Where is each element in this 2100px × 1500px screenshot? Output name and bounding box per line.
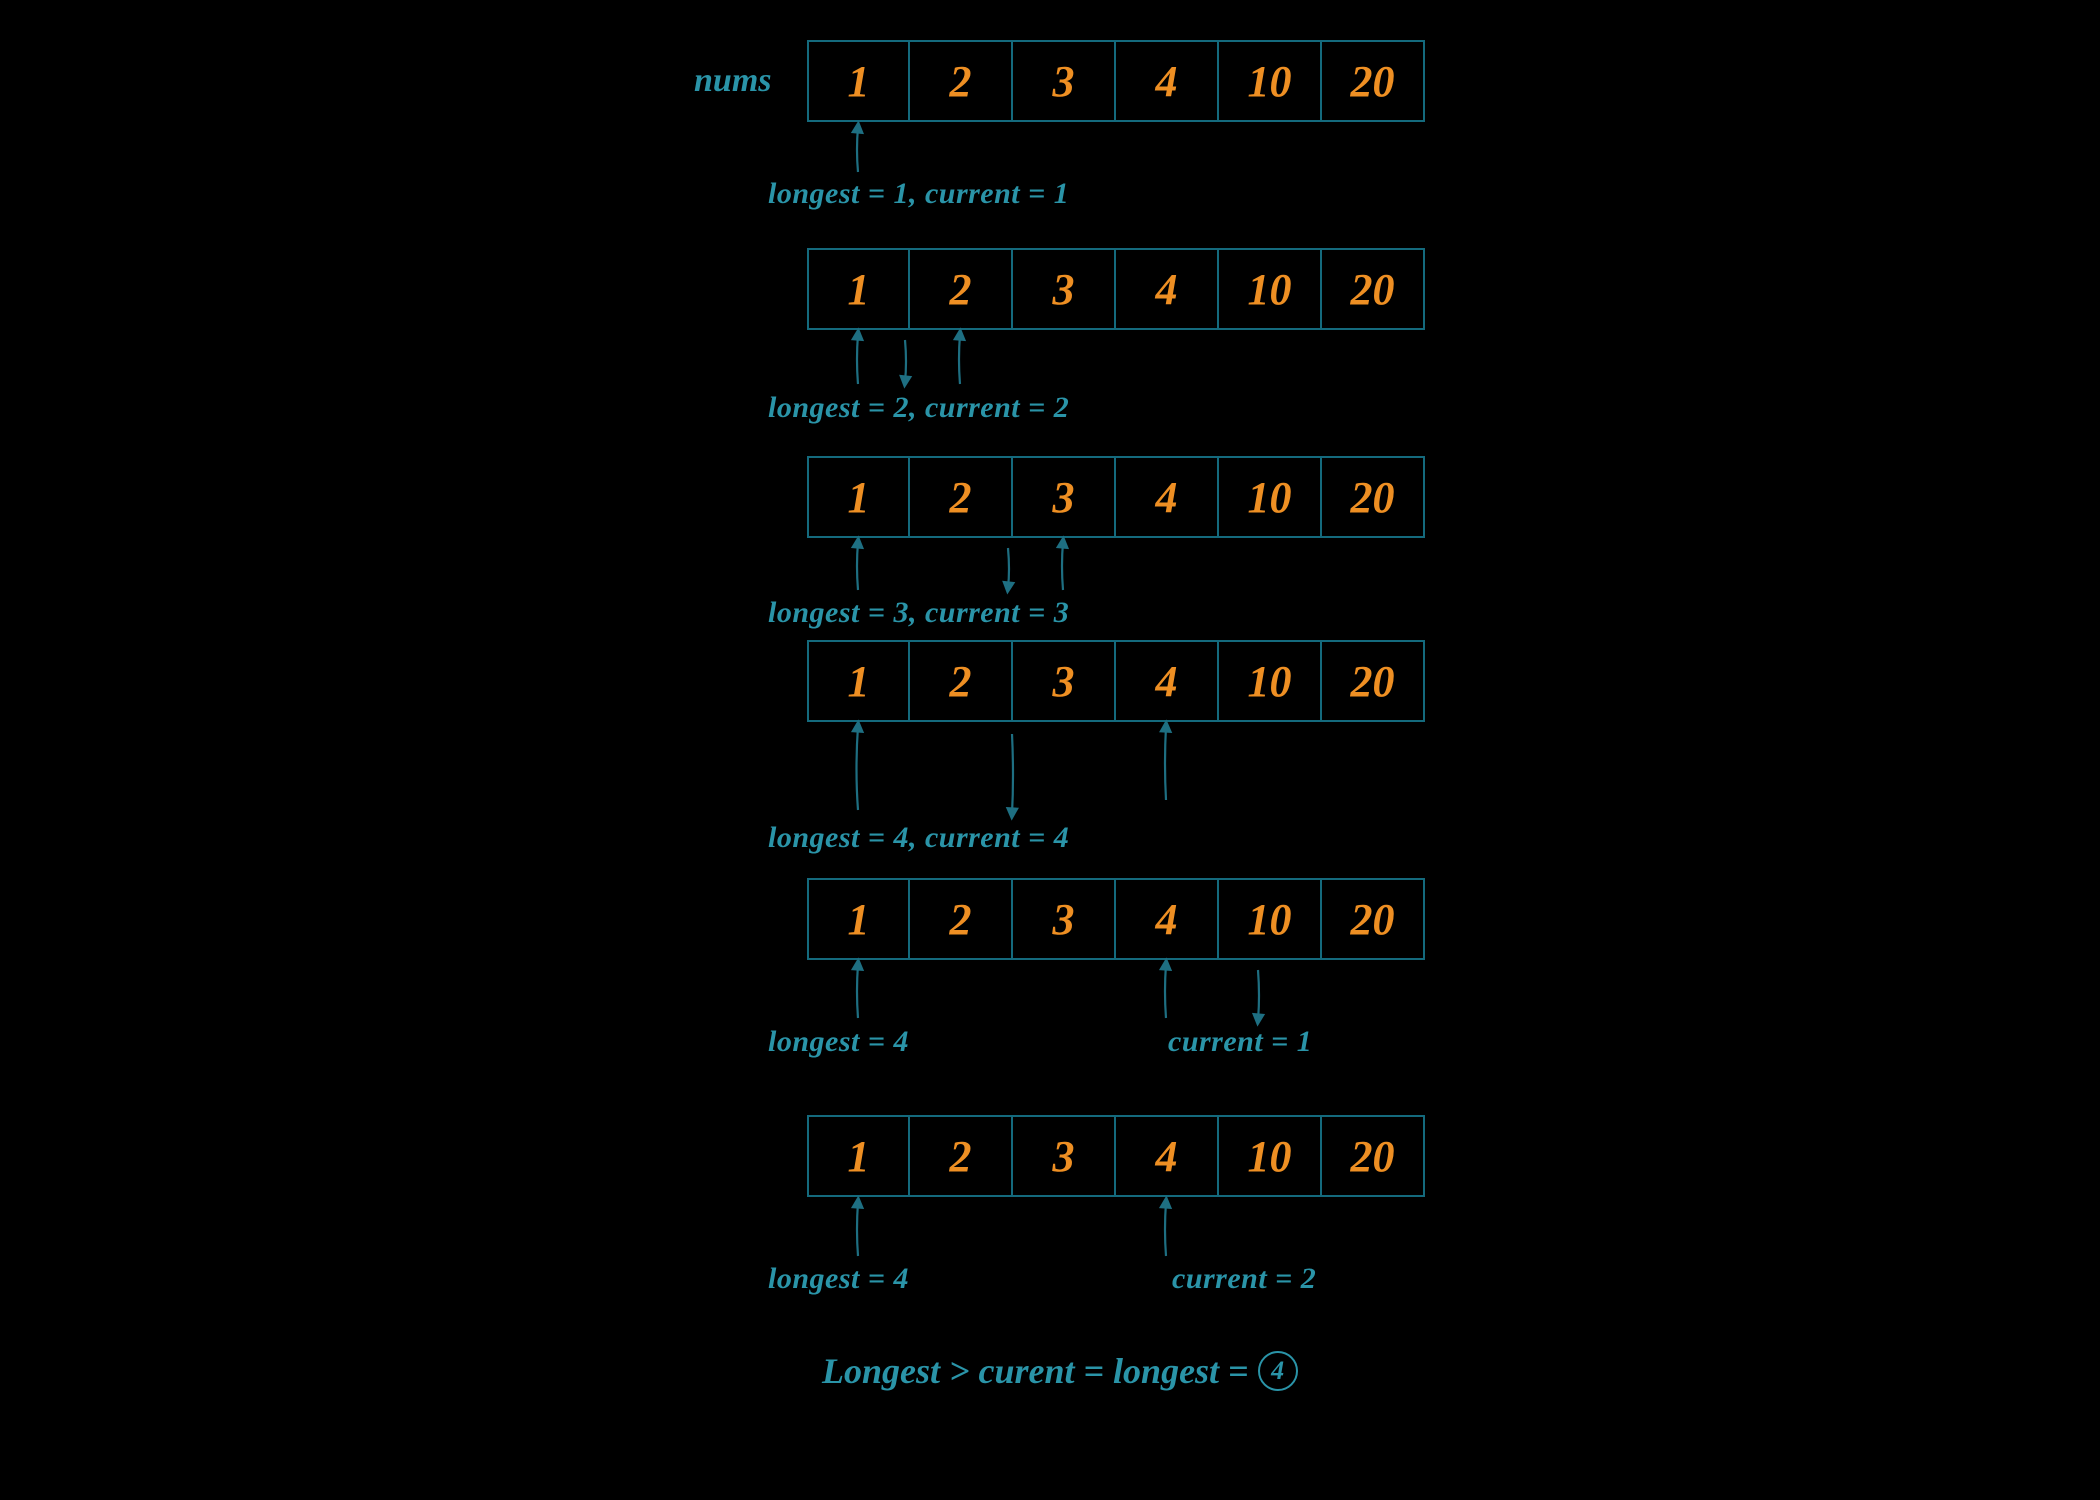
arrow-down-icon [1012, 734, 1013, 814]
array-row-5: 1 2 3 4 10 20 [807, 878, 1425, 960]
conclusion-answer-circle: 4 [1258, 1351, 1298, 1391]
array-cell: 4 [1116, 1115, 1219, 1197]
arrow-up-icon [1165, 964, 1166, 1018]
array-row-4: 1 2 3 4 10 20 [807, 640, 1425, 722]
array-cell: 10 [1219, 878, 1322, 960]
arrow-up-icon [857, 964, 858, 1018]
arrow-down-icon [1008, 548, 1009, 588]
array-cell: 1 [807, 1115, 910, 1197]
array-cell: 4 [1116, 878, 1219, 960]
array-cell: 2 [910, 878, 1013, 960]
diagram-canvas: nums 1 2 3 4 10 20 1 2 3 4 10 20 1 2 3 4… [0, 0, 2100, 1500]
arrow-up-icon [857, 726, 859, 810]
array-row-2: 1 2 3 4 10 20 [807, 248, 1425, 330]
step-caption-left: longest = 4 [768, 1025, 909, 1059]
step-caption: longest = 4, current = 4 [768, 821, 1069, 855]
arrow-up-icon [959, 334, 960, 384]
array-cell: 20 [1322, 878, 1425, 960]
array-cell: 3 [1013, 456, 1116, 538]
array-cell: 10 [1219, 640, 1322, 722]
arrow-up-icon [1165, 726, 1166, 800]
step-caption: longest = 1, current = 1 [768, 177, 1069, 211]
arrow-up-icon [857, 542, 858, 590]
array-cell: 3 [1013, 640, 1116, 722]
step-caption-left: longest = 4 [768, 1262, 909, 1296]
array-cell: 20 [1322, 1115, 1425, 1197]
array-cell: 20 [1322, 456, 1425, 538]
arrow-up-icon [857, 1202, 858, 1256]
array-cell: 20 [1322, 40, 1425, 122]
array-cell: 1 [807, 456, 910, 538]
array-row-3: 1 2 3 4 10 20 [807, 456, 1425, 538]
arrow-down-icon [1258, 970, 1259, 1020]
arrow-up-icon [857, 127, 858, 172]
array-cell: 3 [1013, 40, 1116, 122]
array-cell: 3 [1013, 878, 1116, 960]
conclusion: Longest > curent = longest = 4 [822, 1350, 1298, 1392]
array-cell: 2 [910, 640, 1013, 722]
array-row-6: 1 2 3 4 10 20 [807, 1115, 1425, 1197]
arrow-up-icon [1062, 542, 1063, 590]
array-cell: 10 [1219, 1115, 1322, 1197]
array-cell: 1 [807, 640, 910, 722]
nums-label: nums [694, 62, 772, 100]
array-cell: 10 [1219, 456, 1322, 538]
arrow-down-icon [905, 340, 906, 382]
array-cell: 4 [1116, 640, 1219, 722]
arrow-up-icon [857, 334, 858, 384]
array-cell: 1 [807, 878, 910, 960]
step-caption-right: current = 2 [1172, 1262, 1316, 1296]
array-cell: 10 [1219, 40, 1322, 122]
array-cell: 10 [1219, 248, 1322, 330]
conclusion-text: Longest > curent = longest = [822, 1350, 1249, 1392]
step-caption: longest = 2, current = 2 [768, 391, 1069, 425]
step-caption-right: current = 1 [1168, 1025, 1312, 1059]
array-cell: 4 [1116, 248, 1219, 330]
step-caption: longest = 3, current = 3 [768, 596, 1069, 630]
array-row-1: 1 2 3 4 10 20 [807, 40, 1425, 122]
array-cell: 1 [807, 248, 910, 330]
array-cell: 2 [910, 456, 1013, 538]
array-cell: 2 [910, 40, 1013, 122]
arrows-overlay [0, 0, 2100, 1500]
array-cell: 4 [1116, 456, 1219, 538]
array-cell: 20 [1322, 248, 1425, 330]
arrow-up-icon [1165, 1202, 1166, 1256]
array-cell: 3 [1013, 1115, 1116, 1197]
array-cell: 3 [1013, 248, 1116, 330]
array-cell: 4 [1116, 40, 1219, 122]
array-cell: 1 [807, 40, 910, 122]
array-cell: 2 [910, 248, 1013, 330]
array-cell: 2 [910, 1115, 1013, 1197]
array-cell: 20 [1322, 640, 1425, 722]
